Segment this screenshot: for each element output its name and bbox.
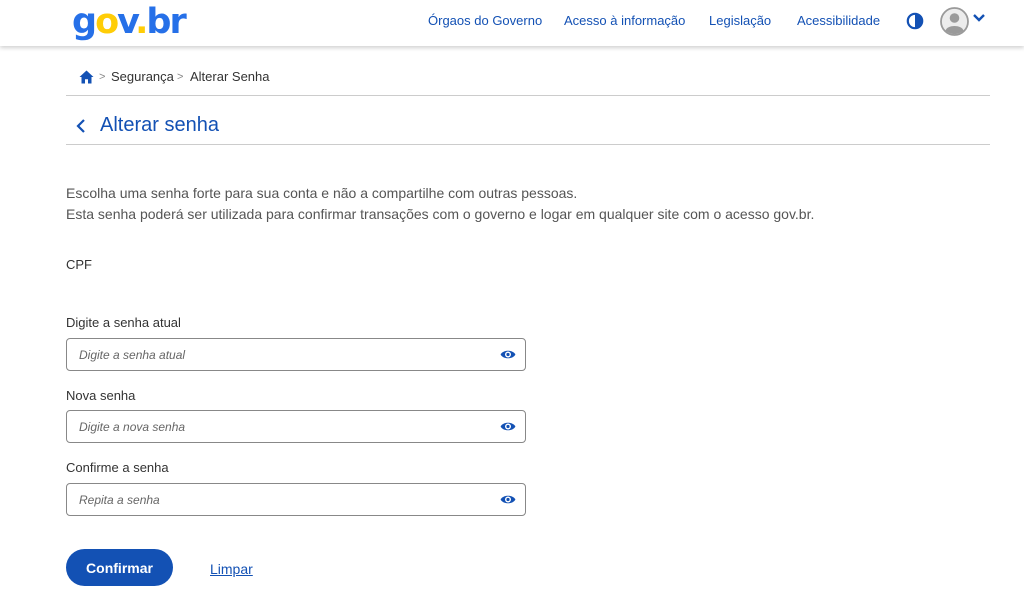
confirm-button[interactable]: Confirmar (66, 549, 173, 586)
breadcrumb-item-seguranca[interactable]: Segurança (111, 69, 174, 84)
nav-orgaos-governo[interactable]: Órgaos do Governo (428, 13, 542, 28)
breadcrumb-divider (66, 95, 990, 96)
nav-legislacao[interactable]: Legislação (709, 13, 771, 28)
eye-icon[interactable] (500, 348, 516, 361)
description-line-1: Escolha uma senha forte para sua conta e… (66, 185, 578, 201)
logo-letter-b: b (146, 2, 171, 42)
contrast-icon[interactable] (906, 12, 924, 30)
title-divider (66, 144, 990, 145)
new-password-field (66, 410, 526, 443)
chevron-left-icon[interactable] (74, 117, 88, 135)
logo-letter-o: o (95, 2, 119, 42)
logo-letter-v: v (117, 2, 137, 42)
confirm-password-label: Confirme a senha (66, 460, 169, 475)
chevron-down-icon[interactable] (972, 13, 986, 23)
confirm-password-field (66, 483, 526, 516)
top-header: gov.br Órgaos do Governo Acesso à inform… (0, 0, 1024, 46)
breadcrumb-separator: > (177, 71, 184, 83)
nav-acessibilidade[interactable]: Acessibilidade (797, 13, 880, 28)
breadcrumb-separator: > (99, 71, 106, 83)
breadcrumb-item-alterar-senha: Alterar Senha (190, 69, 270, 84)
logo-dot: . (135, 2, 148, 42)
page-title: Alterar senha (100, 114, 219, 136)
current-password-field (66, 338, 526, 371)
govbr-logo[interactable]: gov.br (72, 2, 187, 42)
eye-icon[interactable] (500, 420, 516, 433)
eye-icon[interactable] (500, 493, 516, 506)
cpf-label: CPF (66, 257, 92, 272)
user-avatar-icon[interactable] (940, 7, 969, 36)
home-icon[interactable] (79, 70, 94, 84)
confirm-password-input[interactable] (79, 484, 489, 515)
logo-letter-g: g (72, 2, 97, 42)
new-password-label: Nova senha (66, 388, 136, 403)
clear-link[interactable]: Limpar (210, 561, 253, 577)
new-password-input[interactable] (79, 411, 489, 442)
description-line-2: Esta senha poderá ser utilizada para con… (66, 206, 815, 222)
nav-acesso-informacao[interactable]: Acesso à informação (564, 13, 685, 28)
current-password-input[interactable] (79, 339, 489, 370)
logo-letter-r: r (169, 2, 186, 42)
current-password-label: Digite a senha atual (66, 315, 181, 330)
